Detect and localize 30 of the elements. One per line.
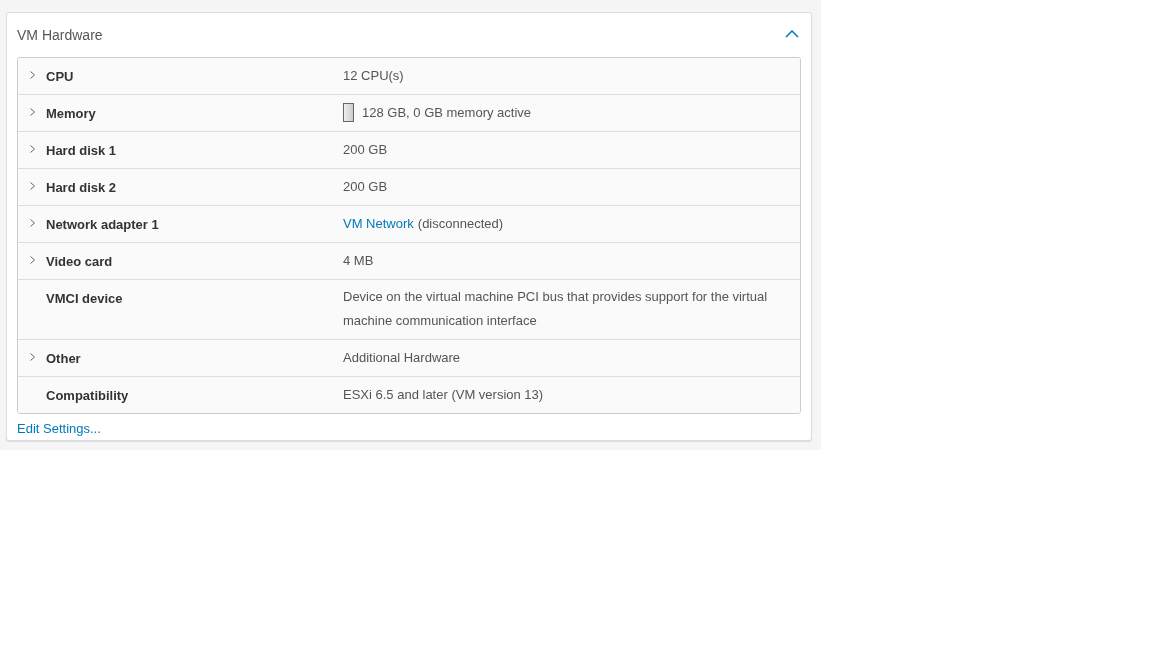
row-value: Device on the virtual machine PCI bus that provides support for the virtual machine communication interface (343, 288, 768, 330)
edit-settings-link[interactable]: Edit Settings... (17, 421, 101, 436)
row-label: CPU (46, 69, 74, 84)
row-label: Hard disk 2 (46, 180, 117, 195)
row-label: Hard disk 1 (46, 143, 117, 158)
chevron-right-icon[interactable] (29, 353, 35, 361)
chevron-right-icon[interactable] (29, 219, 35, 227)
chevron-up-icon (785, 30, 799, 38)
chevron-right-icon[interactable] (29, 71, 35, 79)
row-label: Video card (46, 254, 113, 269)
row-value: Additional Hardware (343, 351, 461, 365)
row-value: 128 GB, 0 GB memory active (362, 106, 532, 120)
chevron-right-icon[interactable] (29, 182, 35, 190)
row-value: 12 CPU(s) (343, 69, 404, 83)
chevron-right-icon[interactable] (29, 145, 35, 153)
row-value: 200 GB (343, 180, 388, 194)
network-link[interactable]: VM Network (343, 217, 414, 231)
card-title: VM Hardware (17, 27, 103, 43)
row-value: 200 GB (343, 143, 388, 157)
row-value: ESXi 6.5 and later (VM version 13) (343, 388, 544, 402)
row-value: 4 MB (343, 254, 374, 268)
row-label: Other (46, 351, 81, 366)
collapse-toggle[interactable] (785, 30, 799, 40)
row-value: (disconnected) (417, 217, 504, 231)
row-label: Memory (46, 106, 96, 121)
row-label: Compatibility (46, 388, 129, 403)
row-label: VMCI device (46, 291, 123, 306)
chevron-right-icon[interactable] (29, 108, 35, 116)
chevron-right-icon[interactable] (29, 256, 35, 264)
row-label: Network adapter 1 (46, 217, 159, 232)
